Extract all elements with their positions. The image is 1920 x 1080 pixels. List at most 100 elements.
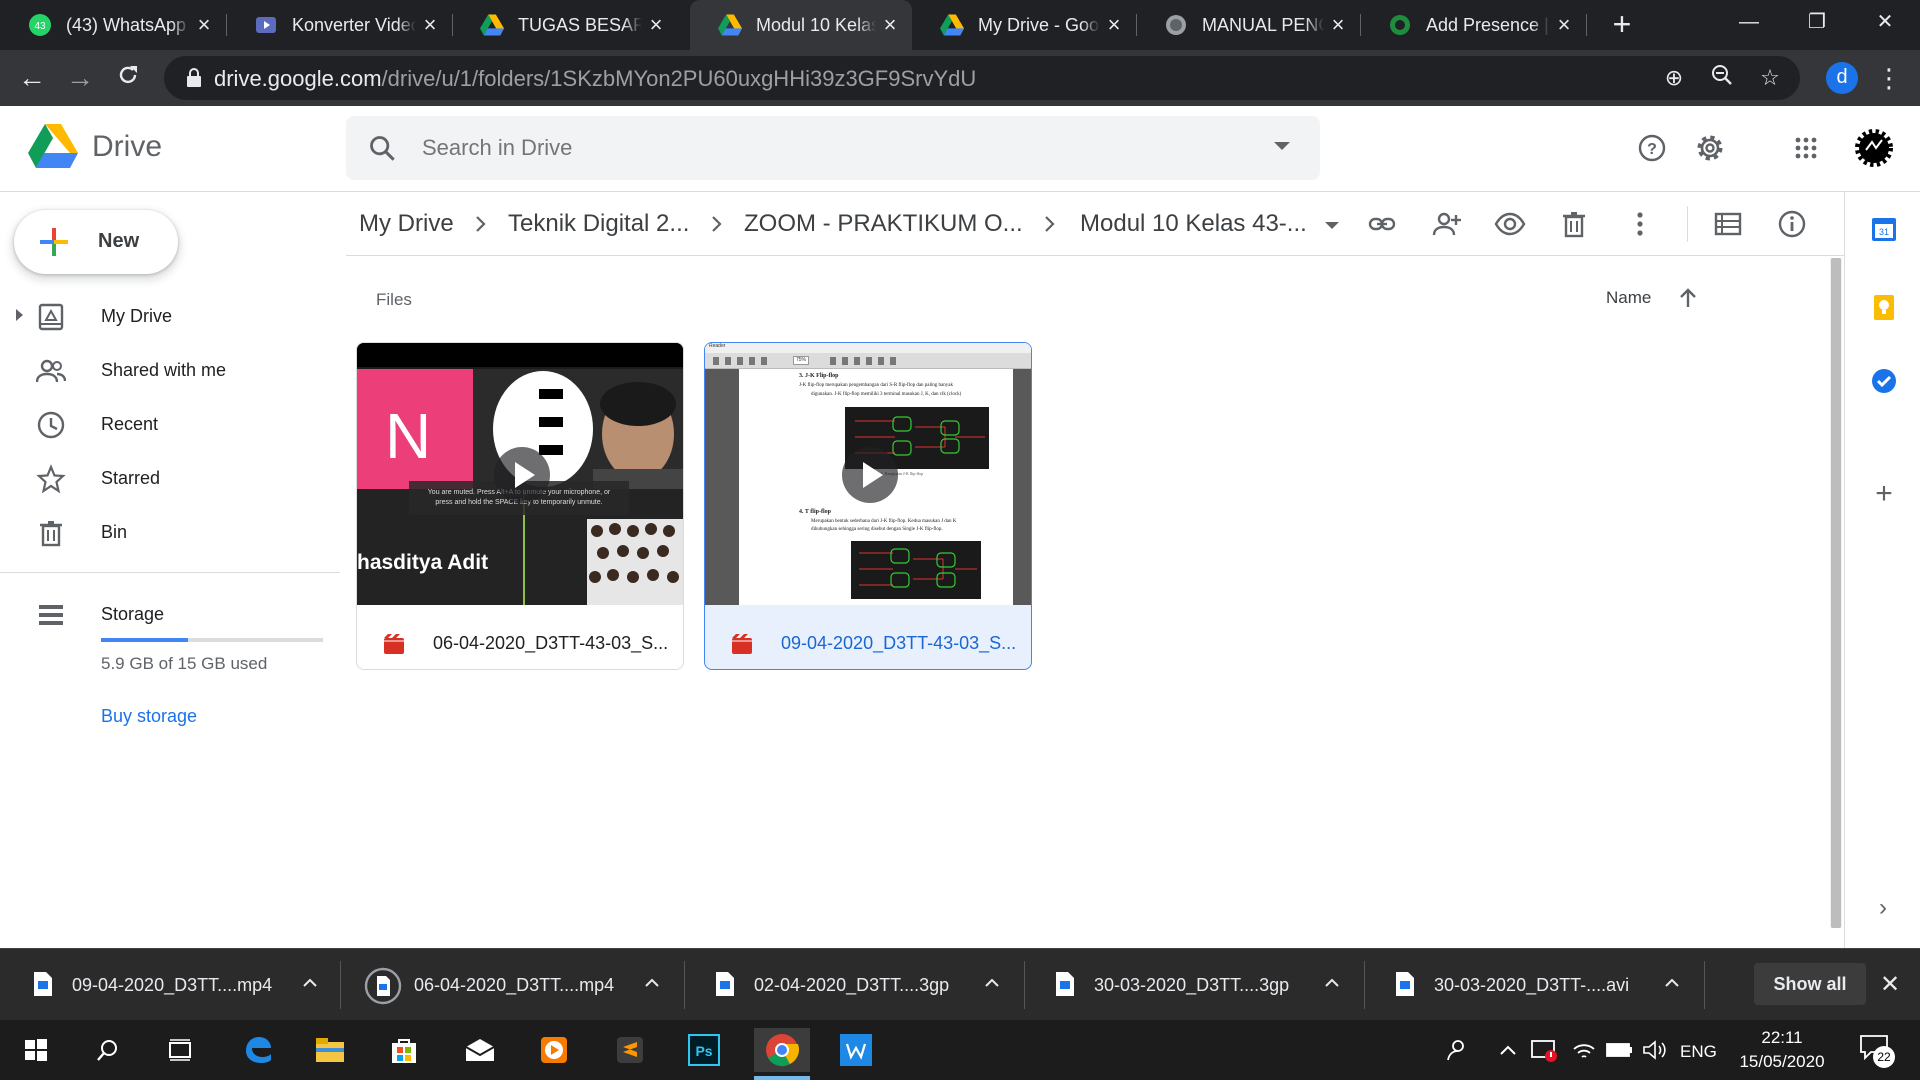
chevron-up-icon[interactable] <box>300 973 320 993</box>
zoom-icon[interactable] <box>1708 64 1736 92</box>
download-item[interactable]: 09-04-2020_D3TT....mp4 <box>32 949 332 1021</box>
search-input[interactable] <box>422 134 1222 162</box>
tab-add-presence[interactable]: Add Presence | S × <box>1360 0 1586 50</box>
sidebar-item-bin[interactable]: Bin <box>0 508 340 556</box>
install-app-icon[interactable]: ⊕ <box>1660 64 1688 92</box>
chrome-icon[interactable] <box>754 1028 810 1080</box>
browser-menu-icon[interactable]: ⋮ <box>1876 62 1902 94</box>
download-item[interactable]: 02-04-2020_D3TT....3gp <box>714 949 1014 1021</box>
minimize-button[interactable]: — <box>1720 0 1778 44</box>
battery-icon[interactable] <box>1604 1034 1634 1066</box>
help-icon[interactable]: ? <box>1632 128 1672 168</box>
microsoft-store-icon[interactable] <box>376 1028 432 1072</box>
taskbar-search-icon[interactable] <box>80 1028 136 1072</box>
chevron-up-icon[interactable] <box>982 973 1002 993</box>
tab-konverter[interactable]: Konverter Video × <box>226 0 452 50</box>
expand-panel-chevron-icon[interactable]: › <box>1871 896 1895 920</box>
settings-gear-icon[interactable] <box>1690 128 1730 168</box>
apps-grid-icon[interactable] <box>1786 128 1826 168</box>
play-icon[interactable] <box>494 447 550 503</box>
account-avatar[interactable] <box>1854 128 1894 168</box>
sidebar-item-recent[interactable]: Recent <box>0 400 340 448</box>
chevron-up-icon[interactable] <box>642 973 662 993</box>
chevron-up-icon[interactable] <box>1322 973 1342 993</box>
reload-button[interactable] <box>108 58 148 98</box>
security-alert-icon[interactable] <box>1528 1034 1560 1066</box>
google-drive-logo[interactable] <box>28 124 78 168</box>
breadcrumb-current-folder[interactable]: Modul 10 Kelas 43-... <box>1080 210 1307 238</box>
wordpad-icon[interactable] <box>828 1028 884 1072</box>
list-view-icon[interactable] <box>1710 206 1746 242</box>
keep-notes-icon[interactable] <box>1869 292 1899 322</box>
close-tab-icon[interactable]: × <box>1324 12 1352 38</box>
breadcrumb-item[interactable]: Teknik Digital 2... <box>508 210 689 238</box>
tab-modul-10[interactable]: Modul 10 Kelas × <box>690 0 912 50</box>
tab-tugas-besar[interactable]: TUGAS BESAR P × <box>452 0 678 50</box>
main-scrollbar-thumb[interactable] <box>1831 258 1841 928</box>
sidebar-item-shared[interactable]: Shared with me <box>0 346 340 394</box>
system-clock[interactable]: 22:11 15/05/2020 <box>1730 1026 1834 1074</box>
task-view-icon[interactable] <box>152 1028 208 1072</box>
search-options-icon[interactable] <box>1274 142 1290 150</box>
search-box[interactable] <box>346 116 1320 180</box>
download-item[interactable]: 30-03-2020_D3TT....3gp <box>1054 949 1354 1021</box>
close-tab-icon[interactable]: × <box>416 12 444 38</box>
add-addon-icon[interactable]: + <box>1869 479 1899 510</box>
volume-icon[interactable] <box>1640 1034 1670 1066</box>
close-tab-icon[interactable]: × <box>190 12 218 38</box>
tab-whatsapp[interactable]: 43 (43) WhatsApp × <box>0 0 226 50</box>
address-bar[interactable]: drive.google.com/drive/u/1/folders/1SKzb… <box>164 56 1800 100</box>
notification-center-button[interactable]: 22 <box>1855 1032 1895 1068</box>
back-button[interactable]: ← <box>12 58 52 98</box>
delete-trash-icon[interactable] <box>1556 206 1592 242</box>
photoshop-icon[interactable]: Ps <box>676 1028 732 1072</box>
expand-arrow-icon[interactable] <box>16 309 23 321</box>
more-actions-icon[interactable] <box>1622 206 1658 242</box>
restore-button[interactable]: ❐ <box>1788 0 1846 44</box>
sort-by-name[interactable]: Name <box>1606 288 1651 308</box>
bookmark-star-icon[interactable]: ☆ <box>1756 64 1784 92</box>
sublime-text-icon[interactable] <box>602 1028 658 1072</box>
preview-eye-icon[interactable] <box>1492 206 1528 242</box>
close-tab-icon[interactable]: × <box>876 12 904 38</box>
close-tab-icon[interactable]: × <box>642 12 670 38</box>
file-card-selected[interactable]: Reader 75% 3. J-K Flip-flop J-K flip-flo… <box>704 342 1032 670</box>
folder-menu-icon[interactable] <box>1325 222 1339 229</box>
edge-browser-icon[interactable] <box>230 1028 286 1072</box>
file-card[interactable]: N You are muted. Press Alt+A to unmute y… <box>356 342 684 670</box>
new-button[interactable]: New <box>14 210 178 274</box>
new-tab-button[interactable]: + <box>1604 6 1640 42</box>
start-button[interactable] <box>8 1028 64 1072</box>
close-downloads-icon[interactable]: ✕ <box>1876 971 1904 999</box>
tab-my-drive[interactable]: My Drive - Goog × <box>912 0 1136 50</box>
show-all-downloads-button[interactable]: Show all <box>1754 963 1866 1005</box>
sidebar-item-starred[interactable]: Starred <box>0 454 340 502</box>
forward-button[interactable]: → <box>60 58 100 98</box>
close-window-button[interactable]: ✕ <box>1856 0 1914 44</box>
breadcrumb-item[interactable]: My Drive <box>359 210 454 238</box>
video-player-icon[interactable] <box>526 1028 582 1072</box>
profile-avatar[interactable]: d <box>1826 62 1858 94</box>
sort-direction-arrow-icon[interactable] <box>1676 286 1700 310</box>
download-item[interactable]: 06-04-2020_D3TT....mp4 <box>364 949 674 1021</box>
search-icon[interactable] <box>368 134 396 162</box>
tasks-icon[interactable] <box>1869 366 1899 396</box>
close-tab-icon[interactable]: × <box>1550 12 1578 38</box>
buy-storage-link[interactable]: Buy storage <box>101 706 197 727</box>
breadcrumb-item[interactable]: ZOOM - PRAKTIKUM O... <box>744 210 1023 238</box>
download-item[interactable]: 30-03-2020_D3TT-....avi <box>1394 949 1694 1021</box>
close-tab-icon[interactable]: × <box>1100 12 1128 38</box>
play-icon[interactable] <box>842 447 898 503</box>
sidebar-item-storage[interactable]: Storage <box>0 590 340 638</box>
chevron-up-icon[interactable] <box>1662 973 1682 993</box>
details-info-icon[interactable] <box>1774 206 1810 242</box>
show-hidden-icons-chevron-icon[interactable] <box>1496 1034 1520 1066</box>
input-language[interactable]: ENG <box>1680 1042 1717 1062</box>
share-person-icon[interactable] <box>1428 206 1464 242</box>
file-explorer-icon[interactable] <box>302 1028 358 1072</box>
get-link-icon[interactable] <box>1364 206 1400 242</box>
mail-icon[interactable] <box>452 1028 508 1072</box>
wifi-icon[interactable] <box>1570 1034 1598 1066</box>
people-tray-icon[interactable] <box>1442 1034 1472 1066</box>
calendar-icon[interactable]: 31 <box>1869 214 1899 244</box>
